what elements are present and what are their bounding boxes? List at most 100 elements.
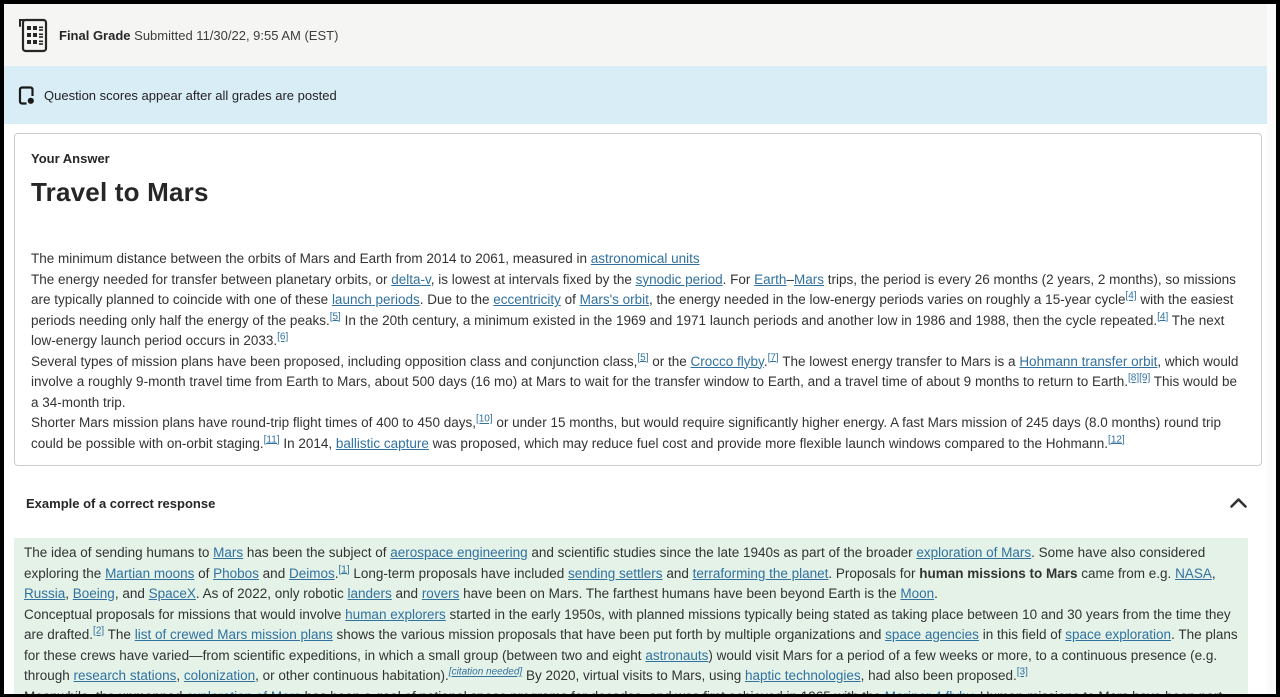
text-link[interactable]: Martian moons (105, 566, 194, 581)
citation-link[interactable]: [11] (264, 434, 280, 445)
text-run: has been the subject of (243, 545, 391, 560)
text-run: The (104, 627, 135, 642)
answer-body: The minimum distance between the orbits … (31, 249, 1245, 454)
text-run: of (560, 292, 580, 307)
text-link[interactable]: Mars (794, 272, 824, 287)
text-link[interactable]: Earth (754, 272, 786, 287)
citation-link[interactable]: [5] (330, 311, 341, 322)
scrollbar-track[interactable] (1267, 4, 1276, 694)
text-run: or the (648, 353, 691, 369)
text-run: and (258, 565, 289, 581)
paragraph: Conceptual proposals for missions that w… (24, 605, 1238, 687)
text-link[interactable]: list of crewed Mars mission plans (135, 627, 333, 642)
text-link[interactable]: NASA (1175, 566, 1212, 581)
citation-link[interactable]: [12] (1108, 434, 1125, 445)
text-run: . For (722, 271, 755, 287)
text-run: and scientific studies since the late 19… (527, 545, 917, 560)
text-link[interactable]: research stations (74, 668, 177, 683)
text-link[interactable]: human explorers (345, 607, 446, 622)
text-run: . (934, 586, 938, 601)
text-run: In the 20th century, a minimum existed i… (340, 312, 1158, 328)
text-run: , the energy needed in the low-energy pe… (648, 292, 1126, 307)
text-link[interactable]: sending settlers (568, 566, 663, 581)
text-link[interactable]: space agencies (885, 627, 979, 642)
posted-grades-icon (18, 85, 36, 105)
text-run: have been on Mars. The farthest humans h… (459, 586, 901, 601)
citation-link[interactable]: [6] (277, 332, 288, 343)
text-link[interactable]: ballistic capture (336, 436, 429, 451)
final-grade-bar: Final Grade Submitted 11/30/22, 9:55 AM … (4, 4, 1276, 66)
bold-text: human missions to Mars (919, 565, 1078, 581)
text-run: , and (114, 586, 149, 601)
text-run: in this field of (978, 627, 1066, 642)
citation-link[interactable]: [4] (1157, 311, 1168, 322)
final-grade-status: Final Grade Submitted 11/30/22, 9:55 AM … (59, 28, 338, 43)
text-link[interactable]: launch periods (332, 292, 420, 307)
paragraph: The minimum distance between the orbits … (31, 249, 1245, 270)
citation-link[interactable]: [10] (476, 414, 493, 425)
grades-notice-banner: Question scores appear after all grades … (4, 66, 1276, 124)
correct-response-body: The idea of sending humans to Mars has b… (14, 538, 1248, 694)
text-link[interactable]: Hohmann transfer orbit (1019, 354, 1157, 369)
text-link[interactable]: exploration of Mars (916, 545, 1031, 560)
text-link[interactable]: Phobos (213, 566, 259, 581)
text-link[interactable]: astronauts (645, 648, 708, 663)
text-run: and (662, 565, 693, 581)
chevron-up-icon[interactable] (1227, 495, 1250, 511)
citation-link[interactable]: [1] (338, 564, 349, 575)
citation-link[interactable]: [5] (637, 352, 648, 363)
submitted-timestamp: Submitted 11/30/22, 9:55 AM (EST) (134, 27, 339, 43)
text-run: was proposed, which may reduce fuel cost… (428, 435, 1109, 451)
text-link[interactable]: Mars (213, 545, 243, 560)
text-link[interactable]: Russia (24, 586, 65, 601)
text-link[interactable]: Mars's orbit (580, 292, 649, 307)
text-link[interactable]: eccentricity (493, 292, 561, 307)
text-link[interactable]: Crocco flyby (691, 354, 764, 369)
text-link[interactable]: synodic period (636, 272, 723, 287)
notice-message: Question scores appear after all grades … (44, 87, 337, 103)
text-link[interactable]: haptic technologies (745, 668, 861, 683)
text-link[interactable]: terraforming the planet (693, 566, 829, 581)
citation-link[interactable]: [2] (93, 626, 104, 637)
text-run: shows the various mission proposals that… (332, 627, 886, 642)
text-link[interactable]: Moon (900, 586, 934, 601)
text-link[interactable]: delta-v (391, 272, 431, 287)
text-link[interactable]: Mariner 4 flyby (885, 689, 973, 695)
text-run: . Due to the (419, 292, 494, 307)
text-run: In 2014, (279, 435, 336, 451)
text-run: , (1211, 565, 1216, 581)
text-link[interactable]: exploration of Mars (186, 689, 301, 695)
text-run: , or other continuous habitation). (255, 668, 449, 683)
text-run: has been a goal of national space progra… (301, 689, 885, 695)
grade-page: Final Grade Submitted 11/30/22, 9:55 AM … (4, 4, 1276, 694)
paragraph: Meanwhile, the unmanned exploration of M… (24, 687, 1238, 695)
paragraph: The energy needed for transfer between p… (31, 270, 1245, 352)
citation-link[interactable]: [citation needed] (449, 667, 522, 678)
text-run: , is lowest at intervals fixed by the (430, 271, 636, 287)
text-run: Long-term proposals have included (349, 565, 568, 581)
answer-title: Travel to Mars (31, 177, 209, 207)
text-run: The idea of sending humans to (24, 545, 214, 560)
citation-link[interactable]: [8][9] (1128, 373, 1150, 384)
citation-link[interactable]: [7] (768, 352, 779, 363)
text-link[interactable]: Deimos (289, 566, 335, 581)
text-link[interactable]: astronomical units (591, 251, 700, 266)
text-run: The minimum distance between the orbits … (31, 251, 591, 266)
text-link[interactable]: space exploration (1065, 627, 1171, 642)
text-link[interactable]: rovers (422, 586, 460, 601)
text-link[interactable]: aerospace engineering (390, 545, 527, 560)
paragraph: The idea of sending humans to Mars has b… (24, 543, 1238, 605)
citation-link[interactable]: [4] (1125, 291, 1136, 302)
text-link[interactable]: Boeing (73, 586, 115, 601)
text-run: , had also been proposed. (860, 668, 1017, 683)
text-run: Several types of mission plans have been… (31, 353, 638, 369)
text-link[interactable]: colonization (184, 668, 255, 683)
text-run: Conceptual proposals for missions that w… (24, 606, 346, 622)
citation-link[interactable]: [3] (1017, 667, 1028, 678)
text-link[interactable]: landers (348, 586, 392, 601)
text-run: By 2020, virtual visits to Mars, using (522, 668, 746, 683)
text-run: of (194, 565, 214, 581)
text-link[interactable]: SpaceX (149, 586, 196, 601)
final-grade-title: Final Grade (59, 27, 131, 43)
text-run: Meanwhile, the unmanned (24, 689, 186, 695)
